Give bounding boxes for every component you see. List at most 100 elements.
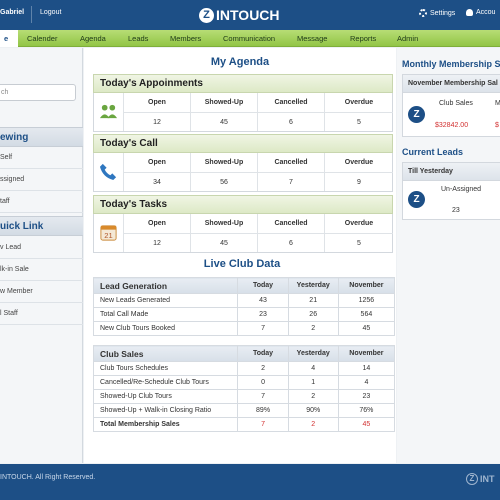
app-logo[interactable]: Z INTOUCH (199, 6, 280, 24)
stat-value[interactable]: 12 (123, 112, 190, 131)
user-icon (466, 9, 473, 16)
table-row: New Club Tours Booked 7 2 45 (92, 321, 396, 336)
cell: 23 (237, 307, 289, 322)
total-row: Total Membership Sales 7 2 45 (92, 417, 396, 432)
agenda-panel: My Agenda Today's Appoinments Open Showe… (84, 48, 396, 463)
footer-logo-text: INT (480, 474, 495, 484)
phone-icon (99, 163, 117, 181)
stat-value[interactable]: 5 (324, 112, 393, 131)
col-header: Showed-Up (190, 93, 257, 112)
sidebar-item-assigned[interactable]: ssigned (0, 169, 83, 191)
search-input[interactable]: ch (0, 84, 76, 101)
stat-value[interactable]: 56 (190, 172, 257, 191)
nav-agenda[interactable]: Agenda (80, 30, 106, 47)
club-sales-table: Club Sales Today Yesterday November Club… (92, 345, 396, 432)
cell: 7 (237, 321, 289, 336)
cell: 7 (237, 417, 289, 432)
cell: 4 (287, 361, 339, 376)
col-header: Overdue (324, 153, 393, 172)
cell: 45 (337, 417, 396, 432)
cell: 43 (237, 293, 289, 308)
table-header: Yesterday (287, 345, 339, 362)
lead-generation-table: Lead Generation Today Yesterday November… (92, 277, 396, 336)
stat-value[interactable]: 5 (324, 233, 393, 252)
tasks-stats: 21 Open Showed-Up Cancelled Overdue 12 4… (93, 214, 393, 253)
stat-value[interactable]: 34 (123, 172, 190, 191)
cell: 0 (237, 375, 289, 390)
divider (31, 6, 32, 23)
cell: 89% (237, 403, 289, 418)
sidebar-item-all-staff[interactable]: l Staff (0, 303, 83, 325)
sidebar: ch ewing Self ssigned taff uick Link v L… (0, 48, 83, 463)
cell: 2 (287, 389, 339, 404)
cell: 7 (237, 389, 289, 404)
table-header: Today (237, 345, 289, 362)
sidebar-item-self[interactable]: Self (0, 147, 83, 169)
sidebar-item-new-member[interactable]: w Member (0, 281, 83, 303)
logout-link[interactable]: Logout (40, 9, 61, 16)
club-sales-value-2: $ (495, 122, 499, 129)
cell: 76% (337, 403, 396, 418)
row-label: Club Tours Schedules (92, 361, 239, 376)
col-label: M (495, 100, 500, 107)
sidebar-item-new-lead[interactable]: v Lead (0, 237, 83, 259)
people-icon (99, 104, 118, 119)
calendar-icon: 21 (100, 225, 117, 241)
stat-value[interactable]: 6 (257, 112, 324, 131)
page-title: My Agenda (210, 56, 270, 68)
table-header: November (337, 277, 396, 294)
cell: 2 (287, 321, 339, 336)
footer-logo: Z INT (466, 473, 495, 485)
calls-header: Today's Call (93, 134, 393, 153)
table-row: Club Tours Schedules 2 4 14 (92, 361, 396, 376)
row-label: Cancelled/Re-Schedule Club Tours (92, 375, 239, 390)
unassigned-value[interactable]: 23 (452, 207, 460, 214)
sidebar-item-staff[interactable]: taff (0, 191, 83, 213)
nav-reports[interactable]: Reports (350, 30, 376, 47)
nav-message[interactable]: Message (297, 30, 327, 47)
col-header: Overdue (324, 93, 393, 112)
nav-communication[interactable]: Communication (223, 30, 275, 47)
cell: 23 (337, 389, 396, 404)
stat-value[interactable]: 6 (257, 233, 324, 252)
cell: 45 (337, 321, 396, 336)
table-row: Cancelled/Re-Schedule Club Tours 0 1 4 (92, 375, 396, 390)
table-row: New Leads Generated 43 21 1256 (92, 293, 396, 308)
copyright-text: INTOUCH. All Right Reserved. (0, 474, 96, 481)
stat-value[interactable]: 7 (257, 172, 324, 191)
col-header: Showed-Up (190, 214, 257, 233)
nav-calender[interactable]: Calender (27, 30, 57, 47)
account-link[interactable]: Accou (466, 9, 495, 16)
cell: 564 (337, 307, 396, 322)
main-nav: e Calender Agenda Leads Members Communic… (0, 30, 500, 47)
settings-link[interactable]: Settings (419, 9, 455, 17)
gear-icon (419, 9, 427, 17)
stat-value[interactable]: 12 (123, 233, 190, 252)
nav-admin[interactable]: Admin (397, 30, 418, 47)
sidebar-item-walk-in-sale[interactable]: lk-in Sale (0, 259, 83, 281)
stat-value[interactable]: 9 (324, 172, 393, 191)
row-label: Showed-Up Club Tours (92, 389, 239, 404)
box-header: November Membership Sal (403, 75, 500, 93)
table-header: Today (237, 277, 289, 294)
membership-sales-box: November Membership Sal Z Club Sales M $… (402, 74, 500, 137)
stat-value[interactable]: 45 (190, 233, 257, 252)
live-club-title: Live Club Data (203, 258, 281, 270)
row-label: New Leads Generated (92, 293, 239, 308)
logo-text: INTOUCH (216, 7, 280, 23)
membership-sales-title: Monthly Membership Sal (402, 59, 500, 69)
row-label: Total Membership Sales (92, 417, 239, 432)
cell: 1256 (337, 293, 396, 308)
appointments-stats: Open Showed-Up Cancelled Overdue 12 45 6… (93, 93, 393, 132)
nav-home[interactable]: e (0, 30, 18, 47)
club-logo-icon: Z (408, 106, 425, 123)
col-header: Open (123, 153, 190, 172)
footer: INTOUCH. All Right Reserved. Z INT (0, 464, 500, 500)
right-panel: Monthly Membership Sal November Membersh… (397, 48, 500, 463)
user-name[interactable]: Gabriel (0, 9, 24, 16)
nav-leads[interactable]: Leads (128, 30, 148, 47)
stat-value[interactable]: 45 (190, 112, 257, 131)
cell: 1 (287, 375, 339, 390)
col-header: Cancelled (257, 153, 324, 172)
nav-members[interactable]: Members (170, 30, 201, 47)
